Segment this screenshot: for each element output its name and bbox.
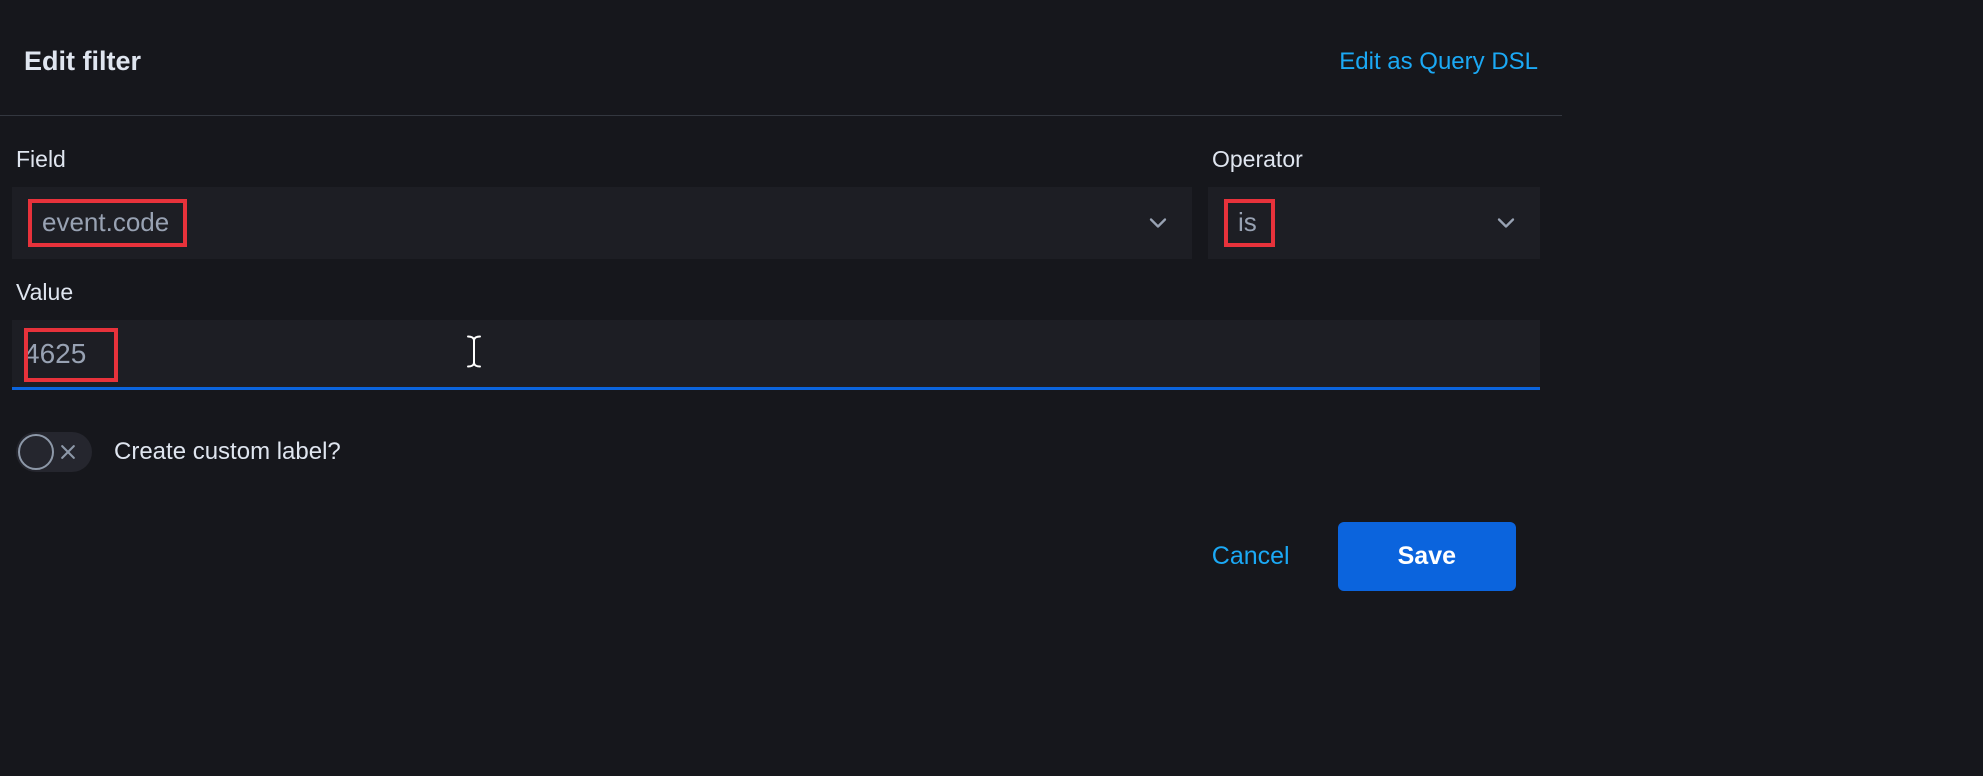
panel-title: Edit filter bbox=[24, 46, 141, 77]
value-input[interactable] bbox=[24, 338, 1540, 370]
chevron-down-icon bbox=[1144, 209, 1172, 237]
operator-label: Operator bbox=[1208, 146, 1540, 173]
field-column: Field event.code bbox=[12, 146, 1192, 259]
field-value-highlight: event.code bbox=[28, 199, 187, 247]
field-label: Field bbox=[12, 146, 1192, 173]
edit-filter-panel: Edit filter Edit as Query DSL Field even… bbox=[0, 0, 1562, 631]
field-operator-row: Field event.code Operator is bbox=[12, 146, 1540, 259]
field-combobox[interactable]: event.code bbox=[12, 187, 1192, 259]
value-label: Value bbox=[12, 279, 1540, 306]
operator-value-highlight: is bbox=[1224, 199, 1275, 247]
text-cursor-icon bbox=[464, 334, 484, 373]
edit-as-query-dsl-link[interactable]: Edit as Query DSL bbox=[1339, 48, 1538, 76]
save-button[interactable]: Save bbox=[1338, 522, 1516, 591]
value-input-wrap: 4625 bbox=[12, 320, 1540, 390]
value-column: Value 4625 bbox=[12, 279, 1540, 390]
operator-value-text: is bbox=[1238, 207, 1257, 238]
field-value-text: event.code bbox=[42, 207, 169, 238]
switch-knob bbox=[18, 434, 54, 470]
panel-header: Edit filter Edit as Query DSL bbox=[0, 0, 1562, 116]
close-icon bbox=[58, 442, 78, 462]
chevron-down-icon bbox=[1492, 209, 1520, 237]
panel-footer: Cancel Save bbox=[12, 472, 1540, 611]
operator-column: Operator is bbox=[1208, 146, 1540, 259]
custom-label-row: Create custom label? bbox=[12, 432, 1540, 472]
panel-body: Field event.code Operator is bbox=[0, 116, 1562, 631]
custom-label-switch[interactable] bbox=[16, 432, 92, 472]
cancel-button[interactable]: Cancel bbox=[1204, 528, 1298, 585]
custom-label-text: Create custom label? bbox=[114, 438, 341, 466]
operator-combobox[interactable]: is bbox=[1208, 187, 1540, 259]
